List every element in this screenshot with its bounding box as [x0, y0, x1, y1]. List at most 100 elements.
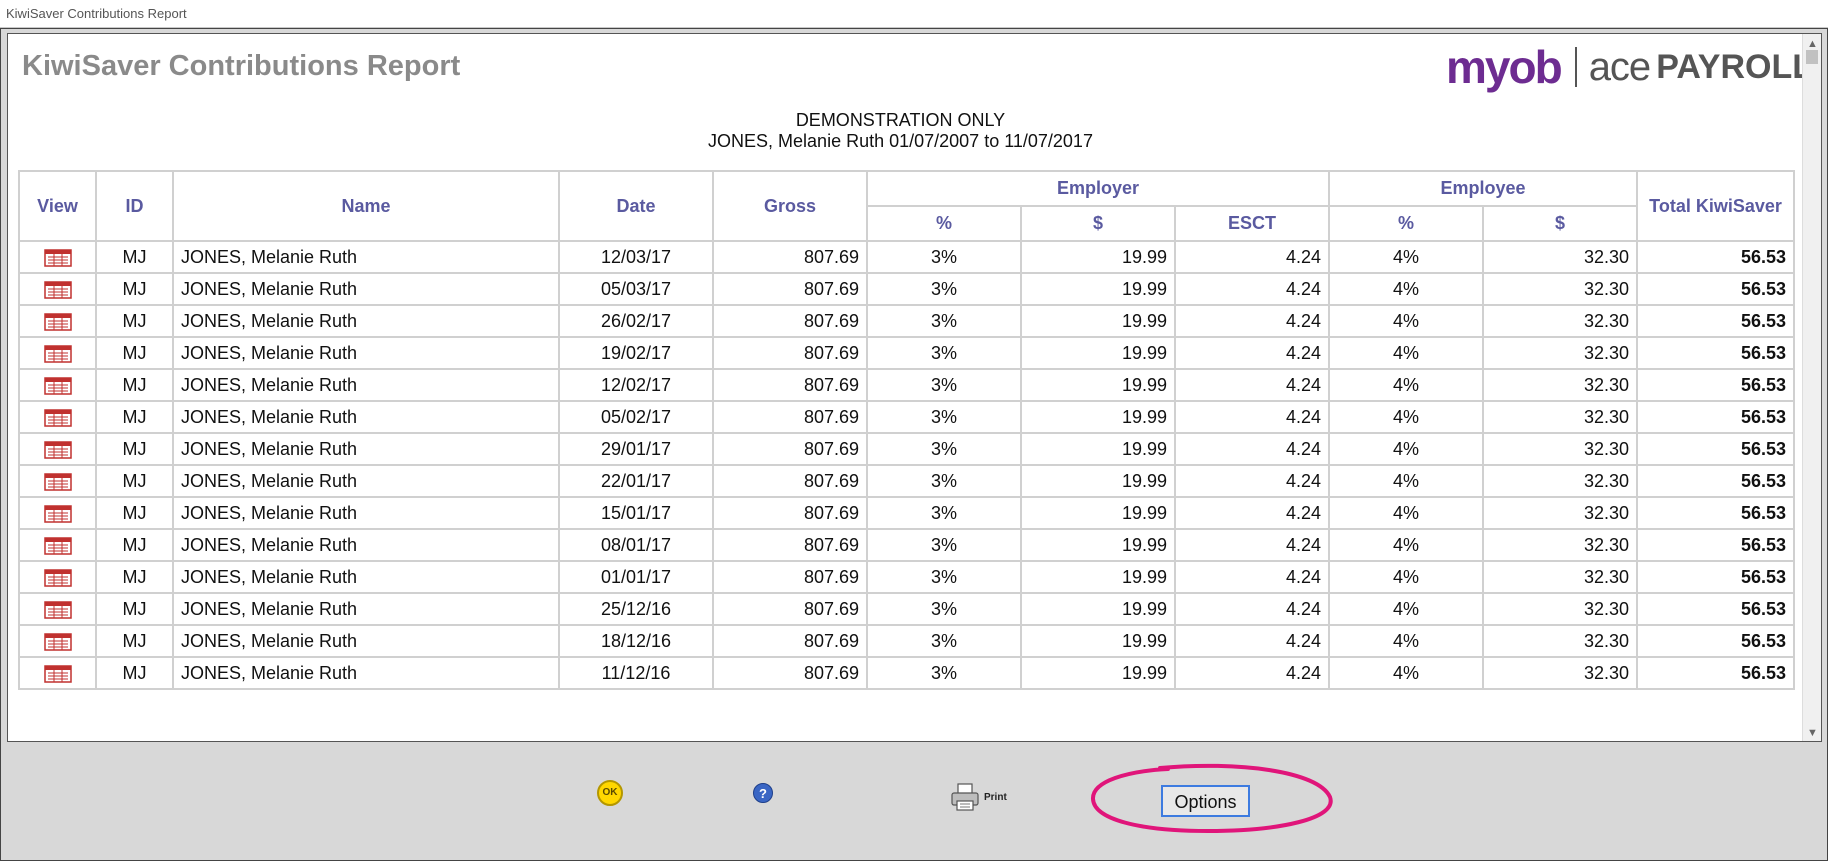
report-view-icon[interactable] — [43, 249, 72, 267]
row-employee-dollar: 32.30 — [1482, 240, 1639, 274]
row-employer-dollar: 19.99 — [1020, 624, 1176, 658]
report-view-icon[interactable] — [43, 377, 72, 395]
row-date: 12/03/17 — [558, 240, 714, 274]
row-employee-dollar: 32.30 — [1482, 560, 1639, 594]
row-esct: 4.24 — [1173, 592, 1331, 626]
demonstration-notice: DEMONSTRATION ONLY — [795, 110, 1006, 130]
row-id: MJ — [95, 432, 174, 466]
row-view-cell[interactable] — [18, 656, 97, 690]
report-view-icon[interactable] — [43, 537, 72, 555]
report-view-icon[interactable] — [43, 441, 72, 459]
row-date: 05/03/17 — [558, 272, 714, 306]
row-name: JONES, Melanie Ruth — [172, 560, 560, 594]
row-view-cell[interactable] — [18, 496, 97, 530]
scroll-up-icon[interactable]: ▲ — [1807, 38, 1818, 50]
row-esct: 4.24 — [1173, 560, 1331, 594]
row-name: JONES, Melanie Ruth — [172, 624, 560, 658]
report-subheading: DEMONSTRATION ONLY JONES, Melanie Ruth 0… — [8, 110, 1793, 152]
row-view-cell[interactable] — [18, 240, 97, 274]
row-view-cell[interactable] — [18, 528, 97, 562]
report-view-icon[interactable] — [43, 345, 72, 363]
row-gross: 807.69 — [712, 560, 868, 594]
row-name: JONES, Melanie Ruth — [172, 304, 560, 338]
row-gross: 807.69 — [712, 624, 868, 658]
ok-button[interactable]: OK — [597, 780, 623, 806]
row-employee-dollar: 32.30 — [1482, 272, 1639, 306]
report-view-icon[interactable] — [43, 505, 72, 523]
row-employee-dollar: 32.30 — [1482, 464, 1639, 498]
scroll-down-icon[interactable]: ▼ — [1807, 727, 1818, 739]
table-row: MJ JONES, Melanie Ruth 12/02/17 807.69 3% 19.… — [18, 368, 1796, 402]
row-employer-dollar: 19.99 — [1020, 304, 1176, 338]
row-esct: 4.24 — [1173, 656, 1331, 690]
row-view-cell[interactable] — [18, 272, 97, 306]
report-view-icon[interactable] — [43, 409, 72, 427]
row-view-cell[interactable] — [18, 336, 97, 370]
row-view-cell[interactable] — [18, 400, 97, 434]
report-view-icon[interactable] — [43, 569, 72, 587]
row-employer-dollar: 19.99 — [1020, 464, 1176, 498]
report-view-icon[interactable] — [43, 601, 72, 619]
row-employer-pct: 3% — [866, 592, 1022, 626]
report-view-icon[interactable] — [43, 665, 72, 683]
row-esct: 4.24 — [1173, 528, 1331, 562]
col-header-employee-pct: % — [1328, 205, 1485, 242]
table-row: MJ JONES, Melanie Ruth 01/01/17 807.69 3% 19.… — [18, 560, 1796, 594]
row-view-cell[interactable] — [18, 464, 97, 498]
row-date: 26/02/17 — [558, 304, 714, 338]
row-view-cell[interactable] — [18, 624, 97, 658]
table-row: MJ JONES, Melanie Ruth 11/12/16 807.69 3% 19.… — [18, 656, 1796, 690]
row-date: 12/02/17 — [558, 368, 714, 402]
print-button[interactable]: Print — [950, 782, 1007, 812]
col-header-esct: ESCT — [1173, 205, 1331, 242]
row-employer-pct: 3% — [866, 304, 1022, 338]
logo-divider — [1574, 47, 1577, 87]
table-row: MJ JONES, Melanie Ruth 12/03/17 807.69 3% 19.… — [18, 240, 1796, 274]
row-employee-pct: 4% — [1328, 432, 1485, 466]
report-view-icon[interactable] — [43, 473, 72, 491]
row-employer-pct: 3% — [866, 464, 1022, 498]
row-id: MJ — [95, 496, 174, 530]
row-name: JONES, Melanie Ruth — [172, 240, 560, 274]
row-id: MJ — [95, 400, 174, 434]
col-header-name: Name — [172, 170, 560, 242]
row-name: JONES, Melanie Ruth — [172, 528, 560, 562]
row-view-cell[interactable] — [18, 592, 97, 626]
scroll-thumb[interactable] — [1806, 50, 1818, 64]
row-total-kiwisaver: 56.53 — [1636, 272, 1796, 306]
col-header-total-kiwisaver: Total KiwiSaver — [1636, 170, 1796, 242]
report-view-icon[interactable] — [43, 313, 72, 331]
row-id: MJ — [95, 304, 174, 338]
report-view-icon[interactable] — [43, 633, 72, 651]
table-row: MJ JONES, Melanie Ruth 15/01/17 807.69 3% 19.… — [18, 496, 1796, 530]
row-employer-dollar: 19.99 — [1020, 656, 1176, 690]
row-employer-pct: 3% — [866, 432, 1022, 466]
row-employer-pct: 3% — [866, 368, 1022, 402]
row-view-cell[interactable] — [18, 368, 97, 402]
help-button[interactable]: ? — [753, 783, 773, 803]
row-view-cell[interactable] — [18, 432, 97, 466]
vertical-scrollbar[interactable]: ▲ ▼ — [1802, 34, 1821, 741]
col-group-employer: Employer — [865, 170, 1331, 207]
row-esct: 4.24 — [1173, 272, 1331, 306]
row-employee-pct: 4% — [1328, 272, 1485, 306]
row-name: JONES, Melanie Ruth — [172, 496, 560, 530]
table-row: MJ JONES, Melanie Ruth 19/02/17 807.69 3% 19.… — [18, 336, 1796, 370]
row-view-cell[interactable] — [18, 560, 97, 594]
row-employer-dollar: 19.99 — [1020, 560, 1176, 594]
row-id: MJ — [95, 560, 174, 594]
row-name: JONES, Melanie Ruth — [172, 464, 560, 498]
row-gross: 807.69 — [712, 400, 868, 434]
row-employee-pct: 4% — [1328, 400, 1485, 434]
row-esct: 4.24 — [1173, 304, 1331, 338]
row-gross: 807.69 — [712, 464, 868, 498]
row-employer-dollar: 19.99 — [1020, 432, 1176, 466]
report-title: KiwiSaver Contributions Report — [22, 50, 461, 82]
row-employer-pct: 3% — [866, 496, 1022, 530]
row-employer-dollar: 19.99 — [1020, 240, 1176, 274]
row-gross: 807.69 — [712, 528, 868, 562]
row-employer-dollar: 19.99 — [1020, 368, 1176, 402]
row-total-kiwisaver: 56.53 — [1636, 464, 1796, 498]
report-view-icon[interactable] — [43, 281, 72, 299]
row-view-cell[interactable] — [18, 304, 97, 338]
